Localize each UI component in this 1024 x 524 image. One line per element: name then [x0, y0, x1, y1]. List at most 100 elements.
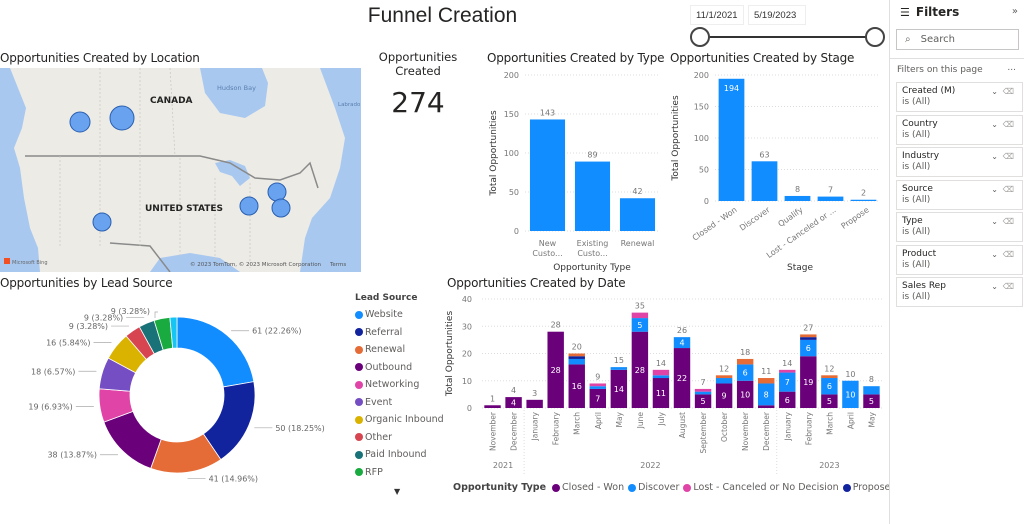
legend-item-renewal[interactable]: Renewal — [355, 344, 405, 355]
filter-card-sales-rep[interactable]: Sales Rep is (All) ⌄ ⌫ — [896, 277, 1023, 307]
bar-2[interactable] — [619, 198, 656, 231]
map-bubble-alberta[interactable] — [109, 105, 135, 131]
segment-label: 7 — [785, 378, 790, 387]
opportunities-map[interactable]: CANADA UNITED STATES Hudson Bay Labrado … — [0, 68, 361, 272]
stack-segment-lost-canceled-or-no-decision[interactable] — [631, 312, 649, 319]
chevron-down-icon[interactable]: ⌄ — [991, 86, 998, 97]
legend-item-outbound[interactable]: Outbound — [355, 362, 412, 373]
report-canvas: Funnel Creation 11/1/2021 5/19/2023 Oppo… — [0, 0, 938, 524]
bar-1[interactable] — [751, 161, 778, 201]
map-terms-link[interactable]: Terms — [329, 262, 346, 268]
stack-segment-closed-won[interactable] — [758, 405, 775, 408]
legend-dot-icon — [355, 433, 363, 441]
clear-filter-icon[interactable]: ⌫ — [1003, 249, 1014, 260]
legend-item-event[interactable]: Event — [355, 397, 392, 408]
chevron-down-icon[interactable]: ⌄ — [991, 119, 998, 130]
x-tick-label: March — [825, 412, 834, 435]
stack-segment-qualify[interactable] — [800, 334, 817, 338]
stack-segment-discover[interactable] — [610, 367, 628, 370]
filters-more-icon[interactable]: ... — [1007, 63, 1016, 73]
filter-card-source[interactable]: Source is (All) ⌄ ⌫ — [896, 179, 1023, 210]
legend-item-lost-canceled-or-no-decision[interactable]: Lost - Canceled or No Decision — [683, 482, 839, 493]
stack-segment-closed-won[interactable] — [526, 399, 543, 408]
clear-filter-icon[interactable]: ⌫ — [1003, 184, 1014, 195]
map-bubble-bc[interactable] — [69, 111, 91, 133]
bar-4[interactable] — [850, 199, 877, 201]
y-tick-label: 200 — [504, 71, 519, 80]
stack-segment-discover[interactable] — [715, 378, 733, 384]
x-tick-label: January — [531, 411, 540, 441]
bar-1[interactable] — [574, 161, 611, 231]
legend-item-closed-won[interactable]: Closed - Won — [552, 482, 624, 493]
x-tick-label: Renewal — [621, 239, 655, 248]
chevron-down-icon[interactable]: ⌄ — [991, 184, 998, 195]
legend-dot-icon — [552, 483, 561, 492]
filter-card-type[interactable]: Type is (All) ⌄ ⌫ — [896, 212, 1023, 242]
stack-segment-lost-canceled-or-no-decision[interactable] — [652, 369, 670, 376]
filter-card-industry[interactable]: Industry is (All) ⌄ ⌫ — [896, 147, 1023, 177]
stack-segment-discover[interactable] — [568, 358, 585, 365]
stack-segment-lost-canceled-or-no-decision[interactable] — [779, 369, 796, 373]
filter-card-product[interactable]: Product is (All) ⌄ ⌫ — [896, 244, 1023, 275]
segment-label: 28 — [551, 366, 561, 375]
y-tick-label: 200 — [694, 71, 709, 80]
legend-item-other[interactable]: Other — [355, 432, 392, 443]
date-slider-track[interactable] — [700, 36, 875, 38]
date-slider-end-handle[interactable] — [865, 27, 885, 47]
legend-item-paid-inbound[interactable]: Paid Inbound — [355, 449, 427, 460]
legend-item-networking[interactable]: Networking — [355, 379, 419, 390]
stack-segment-lost-canceled-or-no-decision[interactable] — [694, 388, 712, 392]
filters-search-input[interactable]: ⌕ Search — [896, 29, 1019, 50]
bar-0[interactable] — [529, 119, 566, 231]
lead-source-legend-title: Lead Source — [355, 293, 418, 303]
clear-filter-icon[interactable]: ⌫ — [1003, 86, 1014, 97]
donut-slice-outbound[interactable] — [103, 410, 162, 469]
filter-card-country[interactable]: Country is (All) ⌄ ⌫ — [896, 114, 1023, 145]
chevron-down-icon[interactable]: ⌄ — [991, 216, 998, 227]
stack-segment-lost-canceled-or-no-decision[interactable] — [589, 383, 606, 387]
map-bubble-california[interactable] — [92, 212, 112, 232]
clear-filter-icon[interactable]: ⌫ — [1003, 151, 1014, 162]
legend-dot-icon — [355, 468, 363, 476]
donut-slice-website[interactable] — [176, 316, 255, 388]
map-bubble-new-york[interactable] — [267, 182, 287, 202]
clear-filter-icon[interactable]: ⌫ — [1003, 216, 1014, 227]
bar-3[interactable] — [817, 196, 844, 201]
filter-card-created-m[interactable]: Created (M) is (All) ⌄ ⌫ — [896, 82, 1023, 112]
stack-segment-discover[interactable] — [694, 391, 712, 395]
legend-item-website[interactable]: Website — [355, 309, 403, 320]
clear-filter-icon[interactable]: ⌫ — [1003, 281, 1014, 292]
date-start-input[interactable]: 11/1/2021 — [690, 5, 744, 25]
bar-2[interactable] — [784, 195, 811, 201]
legend-item-discover[interactable]: Discover — [628, 482, 679, 493]
legend-item-rfp[interactable]: RFP — [355, 467, 383, 478]
legend-item-propose[interactable]: Propose — [842, 482, 890, 493]
chevron-down-icon[interactable]: ⌄ — [991, 249, 998, 260]
stack-segment-discover[interactable] — [863, 386, 880, 395]
legend-item-organic-inbound[interactable]: Organic Inbound — [355, 414, 444, 425]
clear-filter-icon[interactable]: ⌫ — [1003, 119, 1014, 130]
filters-section-label: Filters on this page — [897, 65, 983, 75]
stack-segment-qualify[interactable] — [568, 353, 585, 357]
stack-segment-closed-won[interactable] — [484, 405, 501, 408]
stack-segment-discover[interactable] — [652, 375, 670, 379]
bar-0[interactable] — [718, 78, 745, 201]
stack-segment-qualify[interactable] — [821, 375, 838, 379]
date-slider-start-handle[interactable] — [690, 27, 710, 47]
chevron-down-icon[interactable]: ⌄ — [991, 281, 998, 292]
map-bubble-new-jersey[interactable] — [271, 198, 291, 218]
collapse-filters-icon[interactable]: » — [1012, 6, 1018, 17]
stack-segment-qualify[interactable] — [736, 358, 754, 365]
stack-segment-qualify[interactable] — [758, 378, 775, 384]
legend-item-referral[interactable]: Referral — [355, 327, 402, 338]
chevron-down-icon[interactable]: ⌄ — [991, 151, 998, 162]
stack-segment-propose[interactable] — [800, 337, 817, 340]
legend-dot-icon — [355, 363, 363, 371]
x-tick-label-line2: Custo... — [532, 249, 562, 258]
map-bubble-ohio[interactable] — [239, 196, 259, 216]
date-end-input[interactable]: 5/19/2023 — [748, 5, 806, 25]
stack-segment-propose[interactable] — [568, 356, 585, 359]
stack-segment-discover[interactable] — [589, 386, 606, 389]
stack-segment-qualify[interactable] — [715, 375, 733, 379]
legend-scroll-down-icon[interactable]: ▼ — [394, 487, 400, 496]
